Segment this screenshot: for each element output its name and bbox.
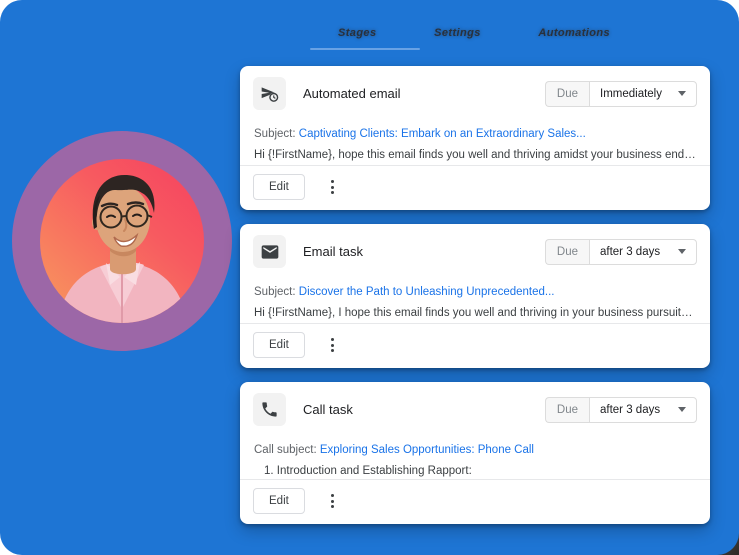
due-control: Due after 3 days [545,239,697,265]
card-title: Email task [303,244,363,259]
card-title: Automated email [303,86,401,101]
card-content: Call subject: Exploring Sales Opportunit… [240,432,710,479]
more-options-icon[interactable] [325,334,340,356]
edit-button[interactable]: Edit [253,488,305,514]
stage: Stages Settings Automations [0,0,739,555]
subject-label: Call subject: [254,444,317,456]
subject-link[interactable]: Exploring Sales Opportunities: Phone Cal… [320,444,534,456]
subject-label: Subject: [254,286,296,298]
task-card-email-task: Email task Due after 3 days Subject: Dis… [240,224,710,368]
active-tab-indicator [310,48,420,50]
phone-icon [253,393,286,426]
due-dropdown[interactable]: Immediately [589,81,697,107]
due-dropdown[interactable]: after 3 days [589,397,697,423]
chevron-down-icon [678,91,686,96]
schedule-send-icon [253,77,286,110]
portrait-illustration [40,159,204,323]
email-body-preview: Hi {!FirstName}, I hope this email finds… [254,307,696,319]
subject-row: Subject: Captivating Clients: Embark on … [254,128,696,140]
tab-settings[interactable]: Settings [434,27,481,39]
due-label: Due [545,239,589,265]
email-body-preview: Hi {!FirstName}, hope this email finds y… [254,149,696,161]
subject-label: Subject: [254,128,296,140]
due-dropdown-value: after 3 days [600,246,660,258]
tab-automations[interactable]: Automations [538,27,610,39]
more-options-icon[interactable] [325,490,340,512]
card-title: Call task [303,402,353,417]
chevron-down-icon [678,249,686,254]
due-label: Due [545,81,589,107]
subject-link[interactable]: Discover the Path to Unleashing Unpreced… [299,286,555,298]
card-header: Email task Due after 3 days [240,224,710,274]
subject-row: Subject: Discover the Path to Unleashing… [254,286,696,298]
email-icon [253,235,286,268]
due-dropdown-value: after 3 days [600,404,660,416]
due-dropdown-value: Immediately [600,88,662,100]
due-dropdown[interactable]: after 3 days [589,239,697,265]
card-content: Subject: Discover the Path to Unleashing… [240,274,710,323]
tab-stages[interactable]: Stages [338,27,376,39]
card-footer: Edit [240,166,710,210]
subject-link[interactable]: Captivating Clients: Embark on an Extrao… [299,128,586,140]
subject-row: Call subject: Exploring Sales Opportunit… [254,444,696,456]
call-script-item: 1. Introduction and Establishing Rapport… [254,465,696,477]
card-header: Call task Due after 3 days [240,382,710,432]
edit-button[interactable]: Edit [253,332,305,358]
tab-bar: Stages Settings Automations [338,27,610,39]
avatar-ring [12,131,232,351]
due-label: Due [545,397,589,423]
due-control: Due after 3 days [545,397,697,423]
card-footer: Edit [240,324,710,368]
more-options-icon[interactable] [325,176,340,198]
card-content: Subject: Captivating Clients: Embark on … [240,116,710,165]
card-footer: Edit [240,480,710,524]
chevron-down-icon [678,407,686,412]
task-card-automated-email: Automated email Due Immediately Subject:… [240,66,710,210]
due-control: Due Immediately [545,81,697,107]
task-card-call-task: Call task Due after 3 days Call subject:… [240,382,710,524]
edit-button[interactable]: Edit [253,174,305,200]
card-header: Automated email Due Immediately [240,66,710,116]
avatar [40,159,204,323]
